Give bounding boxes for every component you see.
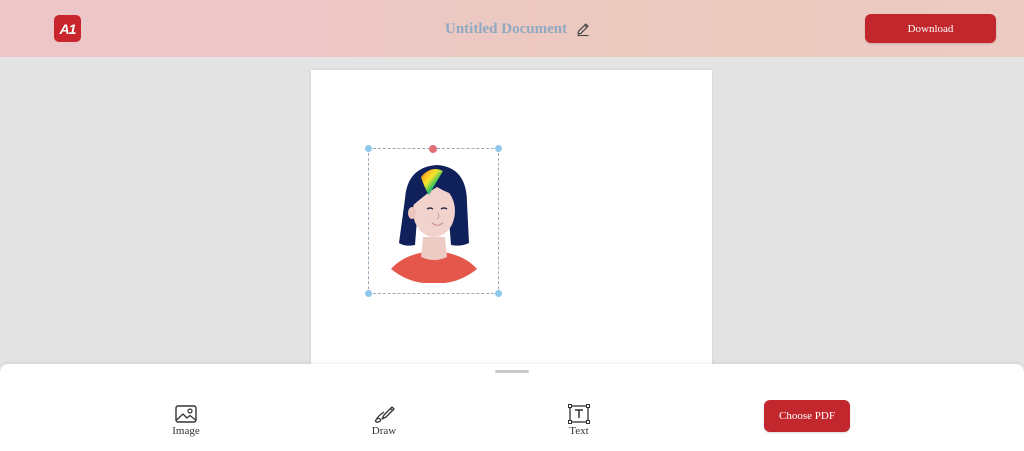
top-bar: A1 Untitled Document Download bbox=[0, 0, 1024, 57]
avatar-image[interactable] bbox=[387, 159, 481, 283]
resize-handle-bottom-right[interactable] bbox=[495, 290, 502, 297]
image-tool-label: Image bbox=[172, 425, 200, 437]
pencil-icon[interactable] bbox=[575, 21, 591, 37]
draw-tool-label: Draw bbox=[371, 425, 397, 437]
download-label: Download bbox=[907, 22, 954, 35]
text-tool-label: Text bbox=[569, 425, 589, 437]
resize-handle-top-right[interactable] bbox=[495, 145, 502, 152]
draw-icon bbox=[374, 406, 395, 423]
image-tool-button[interactable]: Image bbox=[156, 404, 216, 440]
download-button[interactable]: Download bbox=[865, 14, 996, 43]
draw-tool-button[interactable]: Draw bbox=[354, 404, 414, 440]
image-icon bbox=[175, 405, 197, 423]
bottom-toolbar: Image Draw Text Choose PDF bbox=[0, 364, 1024, 451]
document-title-area[interactable]: Untitled Document bbox=[445, 19, 591, 39]
delete-handle-icon[interactable] bbox=[429, 145, 437, 153]
choose-pdf-label: Choose PDF bbox=[779, 410, 835, 422]
text-icon bbox=[568, 404, 590, 424]
pdf-page[interactable] bbox=[311, 70, 712, 370]
panel-drag-handle[interactable] bbox=[495, 370, 529, 373]
app-logo[interactable]: A1 bbox=[54, 15, 81, 42]
resize-handle-top-left[interactable] bbox=[365, 145, 372, 152]
logo-text: A1 bbox=[59, 20, 77, 37]
resize-handle-bottom-left[interactable] bbox=[365, 290, 372, 297]
image-selection-box[interactable] bbox=[365, 145, 502, 297]
text-tool-button[interactable]: Text bbox=[549, 404, 609, 440]
choose-pdf-button[interactable]: Choose PDF bbox=[764, 400, 850, 432]
document-title[interactable]: Untitled Document bbox=[445, 21, 567, 38]
